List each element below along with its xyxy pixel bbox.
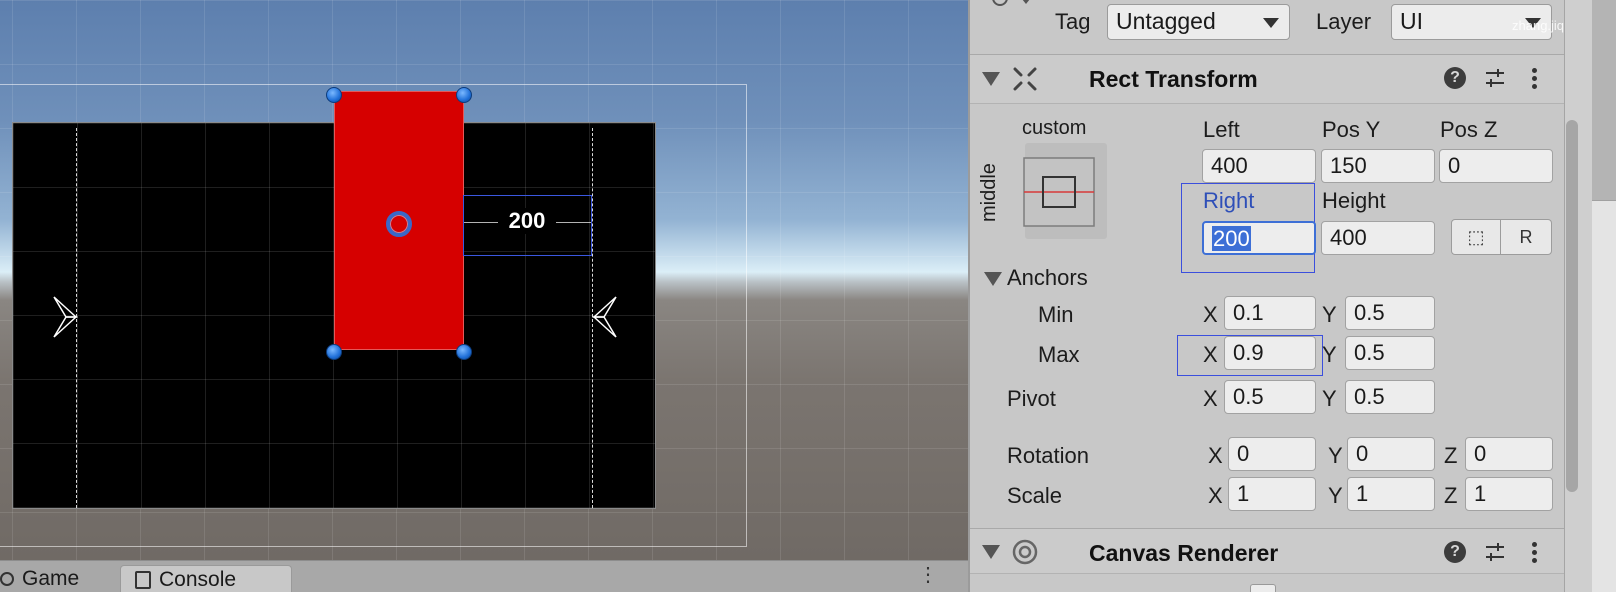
pos-z-label: Pos Z [1440, 117, 1498, 142]
anchors-max-label: Max [1038, 342, 1080, 367]
outer-panel-edge-lower [1592, 200, 1616, 592]
anchors-max-y-field[interactable]: 0.5 [1345, 336, 1435, 370]
cull-transparent-mesh-checkbox[interactable] [1250, 584, 1276, 592]
foldout-arrow-icon[interactable] [982, 72, 1000, 86]
axis-x-label: X [1203, 386, 1218, 411]
presets-sliders-icon[interactable] [1484, 541, 1506, 563]
axis-y-label: Y [1322, 342, 1337, 367]
presets-sliders-icon[interactable] [1484, 67, 1506, 89]
scale-y-field[interactable]: 1 [1347, 477, 1435, 511]
layer-value: UI [1400, 8, 1423, 34]
resize-handle-bottom-left[interactable] [326, 344, 342, 360]
rect-transform-icon [1013, 67, 1037, 91]
axis-y-label: Y [1322, 386, 1337, 411]
anchors-min-x-field[interactable]: 0.1 [1224, 296, 1316, 330]
tab-console[interactable]: Console [120, 565, 292, 592]
inspector-scrollbar-thumb[interactable] [1566, 120, 1578, 492]
tab-bar-menu-icon[interactable]: ⋮ [918, 565, 938, 585]
rect-transform-title: Rect Transform [1089, 66, 1258, 92]
outer-panel-edge [1592, 0, 1616, 200]
canvas-renderer-title: Canvas Renderer [1089, 540, 1279, 566]
anchors-min-label: Min [1038, 302, 1074, 327]
help-icon[interactable]: ? [1444, 541, 1466, 563]
left-field[interactable]: 400 [1202, 149, 1316, 183]
pos-y-field[interactable]: 150 [1321, 149, 1435, 183]
axis-y-label: Y [1328, 483, 1343, 508]
axis-x-label: X [1208, 483, 1223, 508]
tag-dropdown[interactable]: Untagged [1107, 4, 1290, 40]
gameobject-icon [992, 0, 1030, 6]
bottom-tab-bar: Game Console ⋮ [0, 560, 968, 592]
help-icon[interactable]: ? [1444, 67, 1466, 89]
layer-label: Layer [1316, 9, 1372, 34]
pos-y-label: Pos Y [1322, 117, 1381, 142]
axis-z-label: Z [1444, 483, 1458, 508]
axis-z-label: Z [1444, 443, 1458, 468]
anchors-label: Anchors [1007, 265, 1088, 290]
axis-y-label: Y [1322, 302, 1337, 327]
height-field[interactable]: 400 [1321, 221, 1435, 255]
scale-x-field[interactable]: 1 [1228, 477, 1316, 511]
resize-handle-bottom-right[interactable] [456, 344, 472, 360]
left-label: Left [1203, 117, 1240, 142]
tab-game-label: Game [22, 567, 80, 590]
component-menu-icon[interactable] [1532, 542, 1538, 564]
right-field-selection: 200 [1212, 226, 1251, 251]
dimension-label: 200 [498, 208, 556, 234]
pos-z-field[interactable]: 0 [1439, 149, 1553, 183]
rotation-y-field[interactable]: 0 [1347, 437, 1435, 471]
anchors-max-x-field[interactable]: 0.9 [1224, 336, 1316, 370]
right-field[interactable]: 200 [1202, 221, 1316, 255]
tab-console-label: Console [159, 567, 237, 591]
rotation-z-field[interactable]: 0 [1465, 437, 1553, 471]
resize-handle-top-left[interactable] [326, 87, 342, 103]
anchor-preset-icon [1023, 157, 1095, 227]
anchor-min-handle-icon[interactable] [52, 293, 78, 341]
foldout-arrow-icon[interactable] [982, 545, 1000, 559]
console-icon [135, 570, 151, 589]
chevron-down-icon [1263, 18, 1279, 28]
scene-view[interactable]: 200 Game Console ⋮ [0, 0, 968, 592]
blueprint-icon: ⬚ [1467, 226, 1485, 247]
pivot-label: Pivot [1007, 386, 1056, 411]
rotation-label: Rotation [1007, 443, 1089, 468]
resize-handle-top-right[interactable] [456, 87, 472, 103]
anchors-min-y-field[interactable]: 0.5 [1345, 296, 1435, 330]
axis-x-label: X [1208, 443, 1223, 468]
raw-edit-icon: R [1519, 226, 1533, 247]
anchor-max-handle-icon[interactable] [592, 293, 618, 341]
scale-z-field[interactable]: 1 [1465, 477, 1553, 511]
axis-x-label: X [1203, 302, 1218, 327]
axis-y-label: Y [1328, 443, 1343, 468]
raw-edit-button[interactable]: R [1500, 219, 1552, 255]
pivot-handle-icon[interactable] [386, 211, 412, 237]
tab-game[interactable]: Game [0, 565, 93, 592]
axis-x-label: X [1203, 342, 1218, 367]
rotation-x-field[interactable]: 0 [1228, 437, 1316, 471]
anchors-foldout-icon[interactable] [984, 272, 1002, 286]
right-label: Right [1203, 188, 1255, 213]
canvas-renderer-icon [1012, 539, 1038, 565]
anchor-preset-horizontal: custom [1022, 117, 1087, 139]
scale-label: Scale [1007, 483, 1063, 508]
game-icon [0, 572, 14, 586]
pivot-y-field[interactable]: 0.5 [1345, 380, 1435, 414]
component-menu-icon[interactable] [1532, 68, 1538, 90]
blueprint-mode-button[interactable]: ⬚ [1451, 219, 1501, 255]
pivot-x-field[interactable]: 0.5 [1224, 380, 1316, 414]
anchor-preset-vertical: middle [978, 163, 1000, 222]
tag-value: Untagged [1116, 8, 1216, 34]
height-label: Height [1322, 188, 1386, 213]
tag-label: Tag [1055, 9, 1091, 34]
rect-transform-header[interactable] [970, 54, 1564, 104]
